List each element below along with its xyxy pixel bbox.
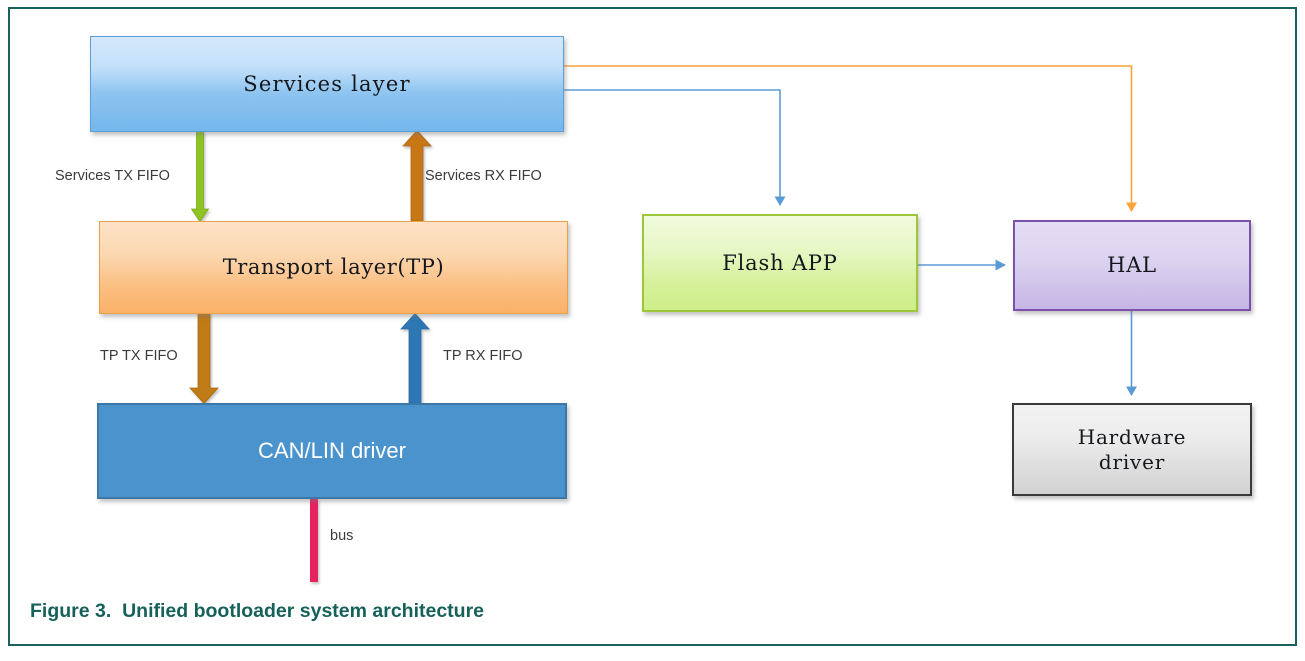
edge-bus-line <box>310 499 318 582</box>
node-hal[interactable]: HAL <box>1013 220 1251 311</box>
node-transport-layer[interactable]: Transport layer(TP) <box>99 221 568 314</box>
figure-container: Services layer Transport layer(TP) CAN/L… <box>0 0 1305 661</box>
node-hardware-driver[interactable]: Hardware driver <box>1012 403 1252 496</box>
edge-label-services-rx-fifo: Services RX FIFO <box>425 168 542 184</box>
edge-label-tp-rx-fifo: TP RX FIFO <box>443 348 523 364</box>
edge-services-tx-fifo <box>190 130 210 223</box>
node-hardware-driver-label: Hardware driver <box>1077 424 1187 474</box>
figure-caption: Figure 3. Unified bootloader system arch… <box>30 600 485 622</box>
edge-services-to-flash-app <box>564 89 786 206</box>
edge-tp-rx-fifo <box>400 312 430 404</box>
node-can-lin-driver[interactable]: CAN/LIN driver <box>97 403 567 499</box>
edge-tp-tx-fifo <box>189 312 219 405</box>
edge-label-tp-tx-fifo: TP TX FIFO <box>100 348 178 364</box>
node-flash-app-label: Flash APP <box>722 250 838 275</box>
edge-label-bus: bus <box>330 528 354 544</box>
node-can-lin-driver-label: CAN/LIN driver <box>258 438 406 464</box>
edge-label-services-tx-fifo: Services TX FIFO <box>55 168 170 184</box>
node-flash-app[interactable]: Flash APP <box>642 214 918 312</box>
edge-services-to-hal <box>564 65 1137 212</box>
node-transport-layer-label: Transport layer(TP) <box>222 255 445 280</box>
node-services-layer-label: Services layer <box>243 71 411 96</box>
node-services-layer[interactable]: Services layer <box>90 36 564 132</box>
node-hal-label: HAL <box>1107 253 1157 278</box>
